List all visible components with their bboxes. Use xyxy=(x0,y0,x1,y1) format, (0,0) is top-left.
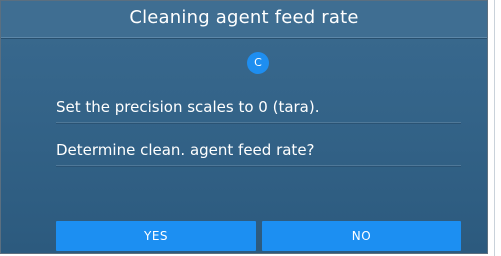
instruction-line: Set the precision scales to 0 (tara). xyxy=(56,98,461,123)
title-bar: Cleaning agent feed rate xyxy=(1,1,487,38)
dialog-screen: Cleaning agent feed rate C Set the preci… xyxy=(0,0,488,254)
dialog-title: Cleaning agent feed rate xyxy=(129,7,359,28)
question-line: Determine clean. agent feed rate? xyxy=(56,141,461,166)
step-badge: C xyxy=(247,52,269,74)
divider xyxy=(494,0,495,256)
yes-button[interactable]: YES xyxy=(56,221,256,251)
no-button[interactable]: NO xyxy=(262,221,461,251)
